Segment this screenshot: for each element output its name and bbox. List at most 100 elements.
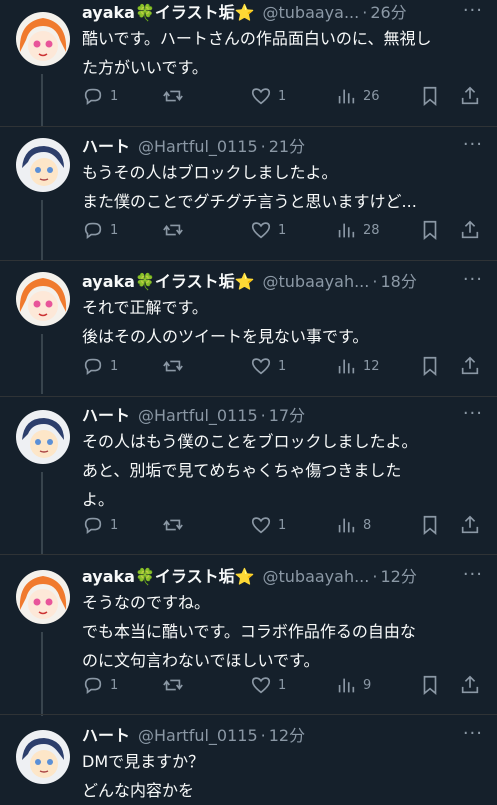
share-button[interactable] bbox=[459, 355, 481, 377]
divider bbox=[0, 126, 497, 127]
retweet-icon bbox=[163, 679, 183, 691]
reply-button[interactable]: 1 bbox=[82, 514, 118, 536]
bookmark-icon bbox=[423, 86, 437, 107]
more-options-icon[interactable]: ··· bbox=[463, 564, 483, 585]
retweet-button[interactable] bbox=[162, 674, 184, 696]
avatar[interactable] bbox=[16, 272, 70, 326]
tweet-actions: 1 1 9 bbox=[82, 673, 487, 697]
retweet-icon bbox=[163, 90, 183, 102]
share-button[interactable] bbox=[459, 85, 481, 107]
heart-icon bbox=[251, 677, 271, 694]
retweet-button[interactable] bbox=[162, 85, 184, 107]
tweet-header: ayaka🍀イラスト垢⭐ @tubaayah... · 12分 bbox=[82, 564, 487, 590]
bookmark-button[interactable] bbox=[419, 219, 441, 241]
like-button[interactable]: 1 bbox=[250, 85, 286, 107]
tweet-text: その人はもう僕のことをブロックしましたよ。 あと、別垢で見てめちゃくちゃ傷つきま… bbox=[82, 432, 418, 509]
share-icon bbox=[461, 675, 479, 694]
bookmark-icon bbox=[423, 515, 437, 536]
share-button[interactable] bbox=[459, 219, 481, 241]
display-name[interactable]: ayaka🍀イラスト垢⭐ bbox=[82, 0, 255, 26]
handle[interactable]: @tubaayah... bbox=[263, 564, 370, 590]
clover-emoji: 🍀 bbox=[134, 567, 155, 586]
avatar[interactable] bbox=[16, 730, 70, 784]
tweet-text: それで正解です。 後はその人のツイートを見ない事です。 bbox=[82, 298, 369, 346]
reply-button[interactable]: 1 bbox=[82, 85, 118, 107]
bookmark-button[interactable] bbox=[419, 674, 441, 696]
bookmark-button[interactable] bbox=[419, 355, 441, 377]
timestamp[interactable]: 17分 bbox=[269, 403, 305, 429]
tweet-text: DMで見ますか？ どんな内容かを bbox=[82, 752, 205, 800]
divider bbox=[0, 554, 497, 555]
bookmark-icon bbox=[423, 675, 437, 696]
reply-icon bbox=[84, 88, 102, 105]
like-button[interactable]: 1 bbox=[250, 219, 286, 241]
tweet-text: 酷いです。ハートさんの作品面白いのに、無視し た方がいいです。 bbox=[82, 29, 432, 77]
star-emoji: ⭐ bbox=[234, 567, 255, 586]
avatar[interactable] bbox=[16, 138, 70, 192]
share-button[interactable] bbox=[459, 674, 481, 696]
separator-dot: · bbox=[372, 567, 378, 586]
avatar[interactable] bbox=[16, 570, 70, 624]
views-button[interactable]: 9 bbox=[335, 674, 371, 696]
bar-chart-icon bbox=[338, 89, 355, 104]
bar-chart-icon bbox=[338, 359, 355, 374]
bar-chart-icon bbox=[338, 518, 355, 533]
more-options-icon[interactable]: ··· bbox=[463, 0, 483, 21]
separator-dot: · bbox=[362, 3, 368, 22]
retweet-icon bbox=[163, 360, 183, 372]
divider bbox=[0, 396, 497, 397]
tweet-actions: 1 1 26 bbox=[82, 84, 487, 108]
separator-dot: · bbox=[260, 137, 266, 156]
handle[interactable]: @tubaayah... bbox=[263, 269, 370, 295]
share-button[interactable] bbox=[459, 514, 481, 536]
timestamp[interactable]: 12分 bbox=[269, 723, 305, 749]
reply-button[interactable]: 1 bbox=[82, 355, 118, 377]
retweet-button[interactable] bbox=[162, 219, 184, 241]
display-name[interactable]: ハート bbox=[82, 723, 130, 749]
like-button[interactable]: 1 bbox=[250, 514, 286, 536]
retweet-button[interactable] bbox=[162, 355, 184, 377]
timeline: ayaka🍀イラスト垢⭐ @tubaaya... · 26分 ··· 酷いです。… bbox=[0, 0, 497, 800]
thread-line bbox=[41, 334, 43, 394]
timestamp[interactable]: 12分 bbox=[380, 564, 416, 590]
more-options-icon[interactable]: ··· bbox=[463, 269, 483, 290]
handle[interactable]: @Hartful_0115 bbox=[138, 403, 258, 429]
views-button[interactable]: 12 bbox=[335, 355, 380, 377]
reply-button[interactable]: 1 bbox=[82, 674, 118, 696]
divider bbox=[0, 260, 497, 261]
display-name[interactable]: ayaka🍀イラスト垢⭐ bbox=[82, 269, 255, 295]
like-button[interactable]: 1 bbox=[250, 355, 286, 377]
bar-chart-icon bbox=[338, 223, 355, 238]
tweet-text: もうその人はブロックしましたよ。 また僕のことでグチグチ言うと思いますけど... bbox=[82, 163, 417, 211]
separator-dot: · bbox=[260, 406, 266, 425]
handle[interactable]: @Hartful_0115 bbox=[138, 723, 258, 749]
retweet-button[interactable] bbox=[162, 514, 184, 536]
reply-button[interactable]: 1 bbox=[82, 219, 118, 241]
more-options-icon[interactable]: ··· bbox=[463, 723, 483, 744]
more-options-icon[interactable]: ··· bbox=[463, 134, 483, 155]
avatar[interactable] bbox=[16, 12, 70, 66]
timestamp[interactable]: 18分 bbox=[380, 269, 416, 295]
handle[interactable]: @tubaaya... bbox=[263, 0, 360, 26]
handle[interactable]: @Hartful_0115 bbox=[138, 134, 258, 160]
bookmark-button[interactable] bbox=[419, 85, 441, 107]
like-button[interactable]: 1 bbox=[250, 674, 286, 696]
timestamp[interactable]: 26分 bbox=[370, 0, 406, 26]
display-name[interactable]: ハート bbox=[82, 134, 130, 160]
views-button[interactable]: 28 bbox=[335, 219, 380, 241]
thread-line bbox=[41, 472, 43, 554]
star-emoji: ⭐ bbox=[234, 3, 255, 22]
timestamp[interactable]: 21分 bbox=[269, 134, 305, 160]
bookmark-button[interactable] bbox=[419, 514, 441, 536]
share-icon bbox=[461, 356, 479, 375]
views-button[interactable]: 26 bbox=[335, 85, 380, 107]
heart-icon bbox=[251, 88, 271, 105]
views-button[interactable]: 8 bbox=[335, 514, 371, 536]
more-options-icon[interactable]: ··· bbox=[463, 403, 483, 424]
avatar[interactable] bbox=[16, 410, 70, 464]
display-name[interactable]: ハート bbox=[82, 403, 130, 429]
bookmark-icon bbox=[423, 220, 437, 241]
display-name[interactable]: ayaka🍀イラスト垢⭐ bbox=[82, 564, 255, 590]
reply-icon bbox=[84, 358, 102, 375]
reply-icon bbox=[84, 222, 102, 239]
